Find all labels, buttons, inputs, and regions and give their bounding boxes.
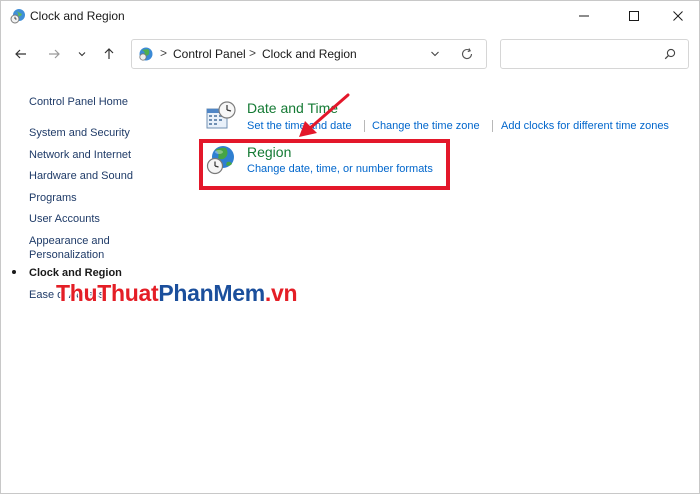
back-button[interactable] [10,43,32,65]
search-icon [664,48,676,60]
maximize-icon [629,11,639,21]
address-dropdown-chevron-icon[interactable] [430,49,440,59]
link-separator [364,120,365,132]
up-button[interactable] [98,43,120,65]
sidebar-item-hardware-and-sound[interactable]: Hardware and Sound [29,169,133,183]
category-title-region[interactable]: Region [247,144,291,160]
breadcrumb-separator: > [160,46,168,60]
minimize-button[interactable] [561,1,607,31]
globe-clock-icon[interactable] [205,144,237,176]
link-add-clocks[interactable]: Add clocks for different time zones [501,120,669,132]
breadcrumb-clock-and-region[interactable]: Clock and Region [262,47,357,61]
minimize-icon [579,15,589,17]
sidebar-item-system-and-security[interactable]: System and Security [29,126,130,140]
maximize-button[interactable] [611,1,657,31]
search-input[interactable] [507,45,661,65]
control-panel-window: Clock and Region > Control Panel > Clock… [0,0,700,494]
close-icon [673,11,683,21]
recent-locations-button[interactable] [71,43,93,65]
sidebar-item-appearance-and-personalization[interactable]: Appearance and Personalization [29,234,110,262]
sidebar-item-user-accounts[interactable]: User Accounts [29,212,100,226]
sidebar-item-clock-and-region[interactable]: Clock and Region [29,266,122,280]
window-title: Clock and Region [30,9,125,23]
search-box[interactable] [500,39,689,69]
watermark-part-1: ThuThuat [56,280,159,306]
breadcrumb-separator: > [249,46,257,60]
title-bar: Clock and Region [1,1,699,31]
link-change-date-time-number-formats[interactable]: Change date, time, or number formats [247,163,433,175]
chevron-down-icon [78,52,86,57]
address-bar[interactable]: > Control Panel > Clock and Region [131,39,487,69]
arrow-up-icon [104,48,114,59]
clock-region-app-icon [10,9,25,24]
link-separator [492,120,493,132]
arrow-left-icon [15,49,26,59]
refresh-icon[interactable] [460,47,474,61]
annotation-arrow-icon [299,93,350,137]
calendar-clock-icon[interactable] [205,99,237,131]
watermark-logo: ThuThuatPhanMem.vn [56,280,298,307]
watermark-part-3: .vn [264,280,298,306]
link-change-time-zone[interactable]: Change the time zone [372,120,480,132]
sidebar-item-programs[interactable]: Programs [29,191,77,205]
breadcrumb-control-panel[interactable]: Control Panel [173,47,246,61]
sidebar-item-label-line1: Appearance and [29,235,110,247]
arrow-right-icon [49,49,60,59]
sidebar-item-control-panel-home[interactable]: Control Panel Home [29,95,128,109]
navigation-bar: > Control Panel > Clock and Region [1,37,699,73]
active-item-bullet [12,270,16,274]
sidebar-item-network-and-internet[interactable]: Network and Internet [29,148,131,162]
close-button[interactable] [655,1,699,31]
control-panel-globe-icon [139,47,153,61]
sidebar-item-label-line2: Personalization [29,249,105,261]
watermark-part-2: PhanMem [158,280,265,306]
forward-button[interactable] [43,43,65,65]
